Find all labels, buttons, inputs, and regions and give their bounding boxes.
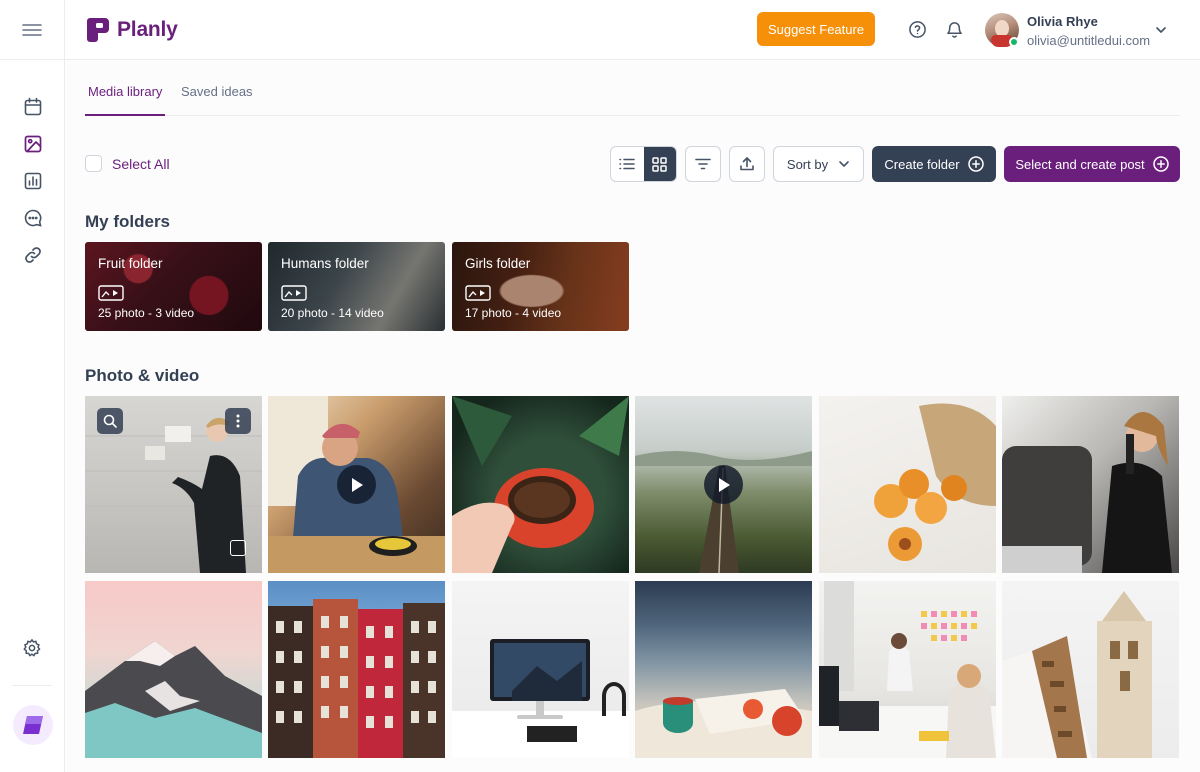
media-tile-desk-monitor[interactable] <box>452 581 629 758</box>
photo-video-icon <box>281 285 307 301</box>
active-tab-indicator <box>85 114 165 116</box>
snowy-mountain-image <box>85 641 262 758</box>
user-avatar[interactable] <box>985 13 1019 47</box>
nav-analytics-icon[interactable] <box>0 162 65 199</box>
photo-video-icon <box>98 285 124 301</box>
media-tile-office-meeting[interactable] <box>819 581 996 758</box>
user-name: Olivia Rhye <box>1027 14 1098 29</box>
select-all-checkbox[interactable] <box>85 155 102 172</box>
media-tile-woman-laptop-mic[interactable] <box>1002 396 1179 573</box>
user-email: olivia@untitledui.com <box>1027 33 1151 48</box>
woman-laptop-mic-image <box>1002 412 1172 573</box>
media-tile-old-man-eating[interactable] <box>268 396 445 573</box>
workspace-logo-icon[interactable] <box>13 705 53 745</box>
plus-circle-icon <box>967 156 984 172</box>
planly-logo-icon <box>87 18 109 42</box>
apricots-bag-image <box>874 403 996 561</box>
media-tile-beach-picnic[interactable] <box>635 581 812 758</box>
sort-chevron-down-icon <box>839 161 849 167</box>
user-menu-chevron-down-icon[interactable] <box>1151 20 1171 40</box>
top-bar: Planly Suggest Feature Olivia Rhye olivi… <box>65 0 1200 60</box>
settings-gear-icon[interactable] <box>20 636 44 660</box>
select-all-control[interactable]: Select All <box>85 155 170 172</box>
online-status-dot <box>1009 37 1019 47</box>
media-tile-apricots-bag[interactable] <box>819 396 996 573</box>
folder-count: 25 photo - 3 video <box>98 306 195 320</box>
video-play-icon[interactable] <box>337 465 376 504</box>
stone-tower-image <box>1002 591 1152 758</box>
sort-by-dropdown[interactable]: Sort by <box>773 146 864 182</box>
suggest-feature-button[interactable]: Suggest Feature <box>757 12 875 46</box>
coffee-cup-image <box>452 396 629 573</box>
view-mode-toggle <box>610 146 677 182</box>
filter-icon[interactable] <box>685 146 721 182</box>
create-post-label: Select and create post <box>1015 156 1145 172</box>
folder-card-girls[interactable]: Girls folder 17 photo - 4 video <box>452 242 629 331</box>
photo-video-title: Photo & video <box>85 366 200 385</box>
select-all-label: Select All <box>112 155 170 172</box>
my-folders-title: My folders <box>85 212 171 231</box>
video-play-icon[interactable] <box>704 465 743 504</box>
plus-circle-icon <box>1152 156 1169 172</box>
sort-by-label: Sort by <box>786 156 829 172</box>
nav-link-icon[interactable] <box>0 236 65 273</box>
media-tile-man-at-wall[interactable] <box>85 396 262 573</box>
folder-card-fruit[interactable]: Fruit folder 25 photo - 3 video <box>85 242 262 331</box>
photo-video-icon <box>465 285 491 301</box>
brand-logo[interactable]: Planly <box>85 15 178 45</box>
folder-count: 17 photo - 4 video <box>465 306 562 320</box>
rail-nav <box>0 88 65 273</box>
zoom-search-icon[interactable] <box>97 408 123 434</box>
nav-media-icon[interactable] <box>0 125 65 162</box>
tab-media-library[interactable]: Media library <box>88 84 162 99</box>
nav-messages-icon[interactable] <box>0 199 65 236</box>
desk-monitor-image <box>452 639 629 758</box>
office-meeting-image <box>819 581 996 758</box>
tab-saved-ideas[interactable]: Saved ideas <box>181 84 253 99</box>
app: Planly Suggest Feature Olivia Rhye olivi… <box>0 0 1200 772</box>
rail-divider <box>0 59 65 60</box>
select-and-create-post-button[interactable]: Select and create post <box>1004 146 1180 182</box>
media-tile-coffee-cup[interactable] <box>452 396 629 573</box>
notification-bell-icon[interactable] <box>943 18 965 40</box>
media-tile-landscape-road[interactable] <box>635 396 812 573</box>
list-view-icon[interactable] <box>611 147 644 181</box>
folder-count: 20 photo - 14 video <box>281 306 384 320</box>
create-folder-label: Create folder <box>884 156 960 172</box>
help-icon[interactable] <box>906 18 928 40</box>
grid-view-icon[interactable] <box>643 147 676 181</box>
more-options-icon[interactable] <box>225 408 251 434</box>
brick-houses-image <box>268 599 445 758</box>
beach-picnic-image <box>635 689 812 758</box>
brand-name: Planly <box>117 18 178 41</box>
create-folder-button[interactable]: Create folder <box>872 146 996 182</box>
folder-name: Fruit folder <box>98 256 163 271</box>
folder-card-humans[interactable]: Humans folder 20 photo - 14 video <box>268 242 445 331</box>
folder-name: Girls folder <box>465 256 531 271</box>
media-tile-brick-houses[interactable] <box>268 581 445 758</box>
tile-select-checkbox[interactable] <box>230 540 246 556</box>
upload-icon[interactable] <box>729 146 765 182</box>
rail-bottom-divider <box>12 685 52 686</box>
folder-name: Humans folder <box>281 256 369 271</box>
nav-calendar-icon[interactable] <box>0 88 65 125</box>
media-tile-snowy-mountain[interactable] <box>85 581 262 758</box>
left-rail <box>0 0 65 772</box>
library-tabs: Media library Saved ideas <box>85 70 1180 116</box>
menu-icon[interactable] <box>20 18 44 42</box>
media-tile-stone-tower[interactable] <box>1002 581 1179 758</box>
